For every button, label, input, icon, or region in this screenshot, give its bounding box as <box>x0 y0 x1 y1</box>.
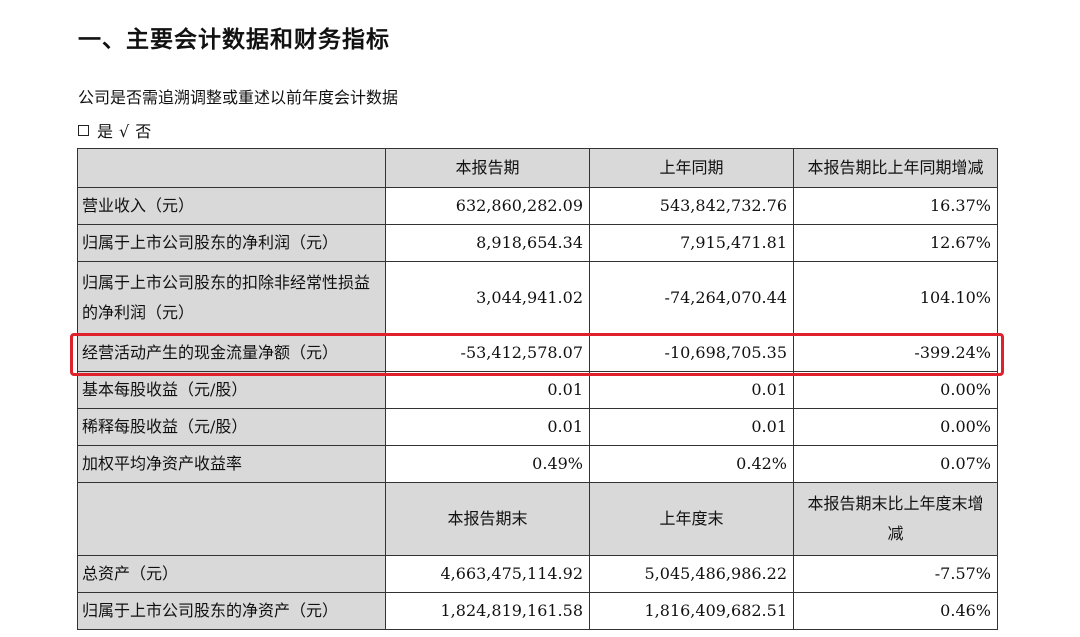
change-value: 0.00% <box>793 371 998 409</box>
prior-value: 0.01 <box>589 408 794 446</box>
header-period-end: 本报告期末 <box>385 482 590 556</box>
prior-value: -74,264,070.44 <box>589 261 794 335</box>
option-no-label: 否 <box>135 122 152 141</box>
table-row: 归属于上市公司股东的净利润（元） 8,918,654.34 7,915,471.… <box>77 224 998 262</box>
table-row-highlighted: 经营活动产生的现金流量净额（元） -53,412,578.07 -10,698,… <box>77 334 998 372</box>
header-prior-year-end: 上年度末 <box>589 482 794 556</box>
row-label: 归属于上市公司股东的净资产（元） <box>77 592 386 630</box>
prior-value: 0.42% <box>589 445 794 483</box>
row-label: 基本每股收益（元/股） <box>77 371 386 409</box>
change-value: 0.46% <box>793 592 998 630</box>
change-value: 0.00% <box>793 408 998 446</box>
table-row: 加权平均净资产收益率 0.49% 0.42% 0.07% <box>77 445 998 483</box>
row-label: 稀释每股收益（元/股） <box>77 408 386 446</box>
restatement-question: 公司是否需追溯调整或重述以前年度会计数据 <box>78 88 399 107</box>
change-value: -7.57% <box>793 555 998 593</box>
table-row: 归属于上市公司股东的净资产（元） 1,824,819,161.58 1,816,… <box>77 592 998 630</box>
row-label: 总资产（元） <box>77 555 386 593</box>
current-value: 0.01 <box>385 371 590 409</box>
change-value: -399.24% <box>793 334 998 372</box>
current-value: 632,860,282.09 <box>385 187 590 225</box>
header-blank-cell <box>77 148 386 188</box>
header-change-vs-year-end: 本报告期末比上年度末增减 <box>793 482 998 556</box>
header-current-period: 本报告期 <box>385 148 590 188</box>
current-value: 1,824,819,161.58 <box>385 592 590 630</box>
prior-value: 5,045,486,986.22 <box>589 555 794 593</box>
current-value: 3,044,941.02 <box>385 261 590 335</box>
section-heading: 一、主要会计数据和财务指标 <box>78 27 390 53</box>
table-row: 归属于上市公司股东的扣除非经常性损益的净利润（元） 3,044,941.02 -… <box>77 261 998 335</box>
header-change: 本报告期比上年同期增减 <box>793 148 998 188</box>
checkbox-icon <box>78 125 89 136</box>
row-label: 归属于上市公司股东的净利润（元） <box>77 224 386 262</box>
table-row: 总资产（元） 4,663,475,114.92 5,045,486,986.22… <box>77 555 998 593</box>
current-value: 0.49% <box>385 445 590 483</box>
prior-value: -10,698,705.35 <box>589 334 794 372</box>
change-value: 104.10% <box>793 261 998 335</box>
financial-data-table: 本报告期 上年同期 本报告期比上年同期增减 营业收入（元） 632,860,28… <box>77 148 998 630</box>
row-label: 归属于上市公司股东的扣除非经常性损益的净利润（元） <box>77 261 386 335</box>
current-value: 0.01 <box>385 408 590 446</box>
table-row: 营业收入（元） 632,860,282.09 543,842,732.76 16… <box>77 187 998 225</box>
change-value: 12.67% <box>793 224 998 262</box>
change-value: 16.37% <box>793 187 998 225</box>
current-value: 4,663,475,114.92 <box>385 555 590 593</box>
header-prior-period: 上年同期 <box>589 148 794 188</box>
prior-value: 0.01 <box>589 371 794 409</box>
option-yes-label: 是 <box>97 122 114 141</box>
row-label: 加权平均净资产收益率 <box>77 445 386 483</box>
current-value: -53,412,578.07 <box>385 334 590 372</box>
prior-value: 7,915,471.81 <box>589 224 794 262</box>
prior-value: 1,816,409,682.51 <box>589 592 794 630</box>
table-header-row: 本报告期末 上年度末 本报告期末比上年度末增减 <box>77 482 998 556</box>
table-header-row: 本报告期 上年同期 本报告期比上年同期增减 <box>77 148 998 188</box>
restatement-options: 是 √ 否 <box>78 118 151 142</box>
check-mark-icon: √ <box>119 122 130 141</box>
header-blank-cell <box>77 482 386 556</box>
change-value: 0.07% <box>793 445 998 483</box>
row-label: 经营活动产生的现金流量净额（元） <box>77 334 386 372</box>
table-row: 基本每股收益（元/股） 0.01 0.01 0.00% <box>77 371 998 409</box>
row-label: 营业收入（元） <box>77 187 386 225</box>
table-row: 稀释每股收益（元/股） 0.01 0.01 0.00% <box>77 408 998 446</box>
current-value: 8,918,654.34 <box>385 224 590 262</box>
prior-value: 543,842,732.76 <box>589 187 794 225</box>
